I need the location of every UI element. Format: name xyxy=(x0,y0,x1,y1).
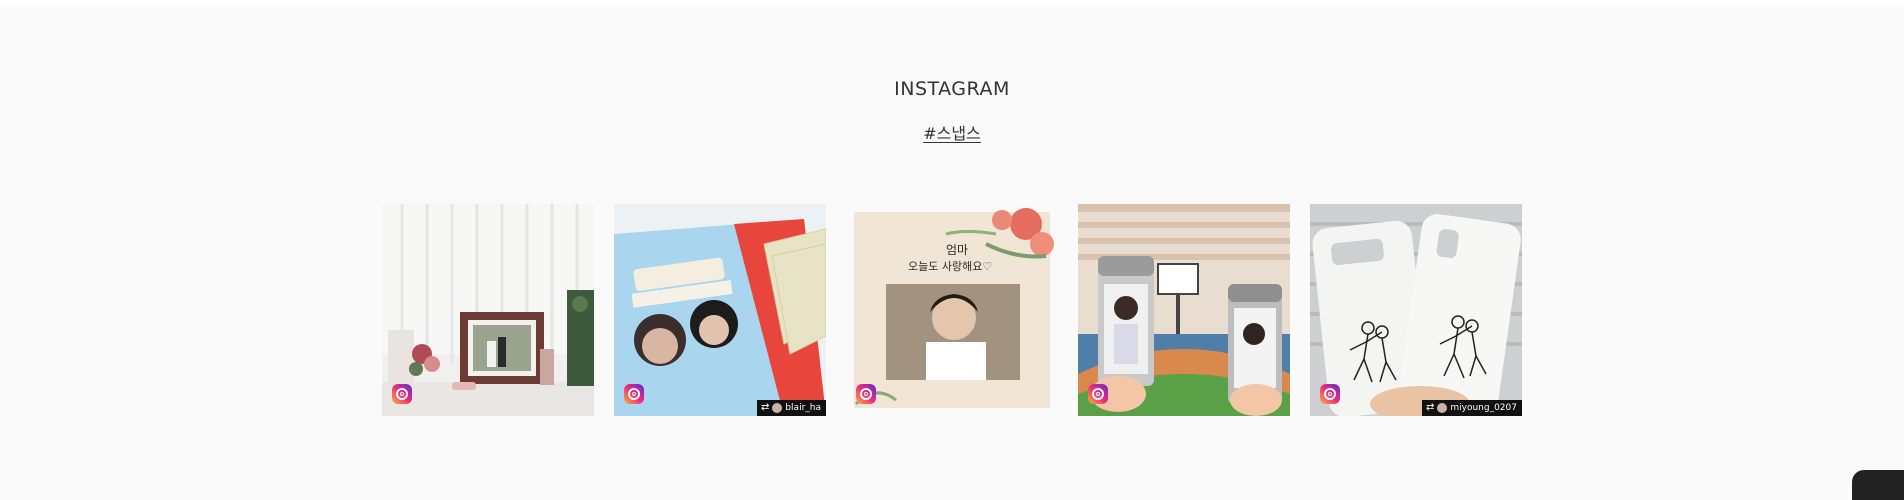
instagram-post-5[interactable]: ⇄ miyoung_0207 xyxy=(1310,204,1522,416)
post-image xyxy=(1078,204,1290,416)
instagram-icon xyxy=(392,384,412,404)
credit-username: blair_ha xyxy=(785,403,821,413)
avatar xyxy=(1437,403,1448,413)
instagram-post-3[interactable]: 엄마 오늘도 사랑해요♡ xyxy=(846,204,1058,416)
svg-text:오늘도 사랑해요♡: 오늘도 사랑해요♡ xyxy=(908,259,992,273)
instagram-icon xyxy=(856,384,876,404)
hashtag-row: #스냅스 xyxy=(0,120,1904,144)
post-image xyxy=(382,204,594,416)
credit-badge: ⇄ blair_ha xyxy=(756,400,826,416)
svg-text:엄마: 엄마 xyxy=(946,243,968,257)
instagram-post-4[interactable] xyxy=(1078,204,1290,416)
instagram-icon xyxy=(1088,384,1108,404)
section-title: INSTAGRAM xyxy=(894,78,1010,100)
repost-icon: ⇄ xyxy=(1425,402,1435,413)
instagram-post-1[interactable] xyxy=(382,204,594,416)
instagram-icon xyxy=(1320,384,1340,404)
chat-icon[interactable] xyxy=(1852,470,1904,500)
credit-username: miyoung_0207 xyxy=(1450,403,1517,413)
credit-badge: ⇄ miyoung_0207 xyxy=(1421,400,1522,416)
repost-icon: ⇄ xyxy=(760,402,770,413)
instagram-icon xyxy=(624,384,644,404)
hashtag-link[interactable]: #스냅스 xyxy=(923,124,981,143)
instagram-post-2[interactable]: ⇄ blair_ha xyxy=(614,204,826,416)
avatar xyxy=(772,403,783,413)
post-image xyxy=(1310,204,1522,416)
post-image xyxy=(614,204,826,416)
post-image: 엄마 오늘도 사랑해요♡ xyxy=(846,204,1058,416)
